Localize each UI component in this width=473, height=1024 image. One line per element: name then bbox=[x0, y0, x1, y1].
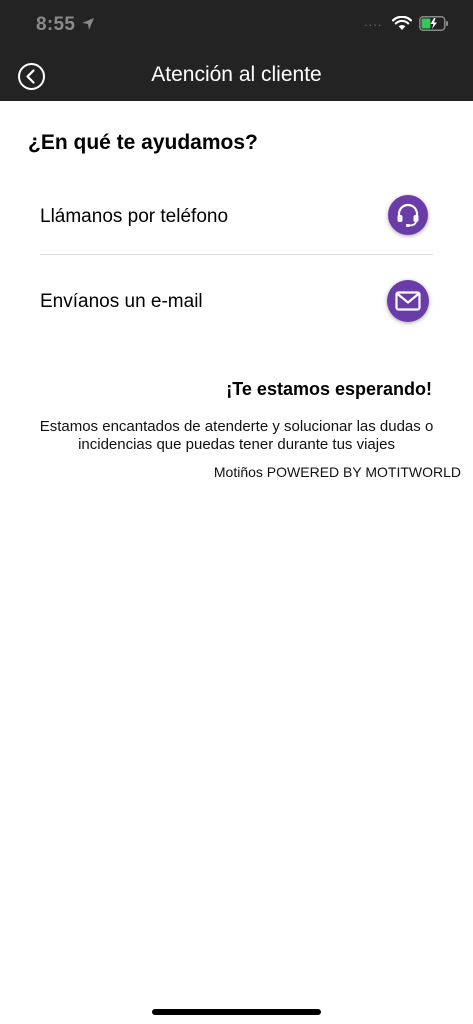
waiting-title: ¡Te estamos esperando! bbox=[226, 379, 432, 399]
battery-charging-icon bbox=[419, 16, 448, 31]
top-bar: 8:55 .... Atención al cliente bbox=[0, 0, 473, 101]
send-email-label: Envíanos un e-mail bbox=[40, 291, 203, 312]
headset-icon bbox=[397, 203, 419, 227]
home-indicator[interactable] bbox=[152, 1009, 321, 1015]
wifi-icon bbox=[392, 16, 412, 30]
nav-title: Atención al cliente bbox=[151, 63, 322, 86]
nav-bar: Atención al cliente bbox=[0, 50, 473, 101]
call-phone-label: Llámanos por teléfono bbox=[40, 206, 229, 227]
support-description: Estamos encantados de atenderte y soluci… bbox=[39, 418, 434, 453]
envelope-icon bbox=[395, 291, 421, 311]
call-phone-button[interactable] bbox=[388, 195, 428, 235]
status-time: 8:55 bbox=[36, 14, 76, 35]
powered-by-text: Motiños POWERED BY MOTITWORLD bbox=[213, 464, 461, 480]
call-phone-option[interactable]: Llámanos por teléfono bbox=[40, 185, 433, 255]
send-email-button[interactable] bbox=[387, 280, 429, 322]
status-bar: 8:55 .... bbox=[0, 0, 473, 50]
signal-dots: .... bbox=[364, 14, 383, 29]
location-arrow-icon bbox=[82, 18, 94, 30]
page-heading: ¿En qué te ayudamos? bbox=[28, 131, 258, 154]
send-email-option[interactable]: Envíanos un e-mail bbox=[40, 256, 433, 346]
